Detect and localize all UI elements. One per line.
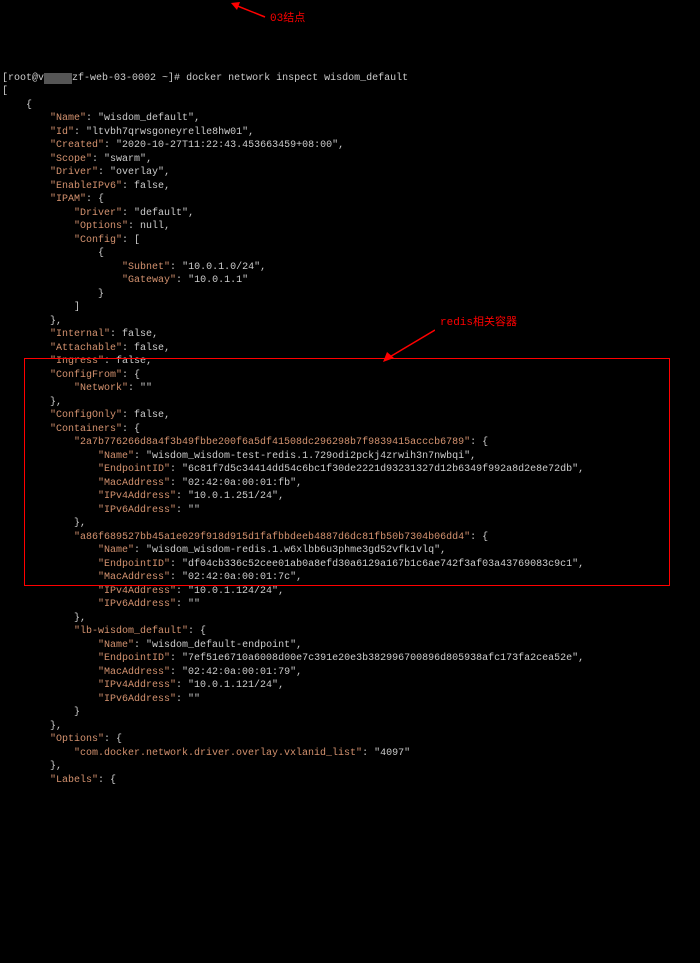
annotation-node03: 03结点 <box>270 12 305 27</box>
arrow-icon <box>230 2 268 20</box>
terminal-output: [root@v zf-web-03-0002 ~]# docker networ… <box>2 58 698 787</box>
hostname-redacted <box>44 73 72 84</box>
annotation-redis: redis相关容器 <box>440 316 517 331</box>
shell-prompt: [root@v zf-web-03-0002 ~]# docker networ… <box>2 73 408 84</box>
command: docker network inspect wisdom_default <box>186 73 408 84</box>
arrow-icon <box>380 328 435 363</box>
